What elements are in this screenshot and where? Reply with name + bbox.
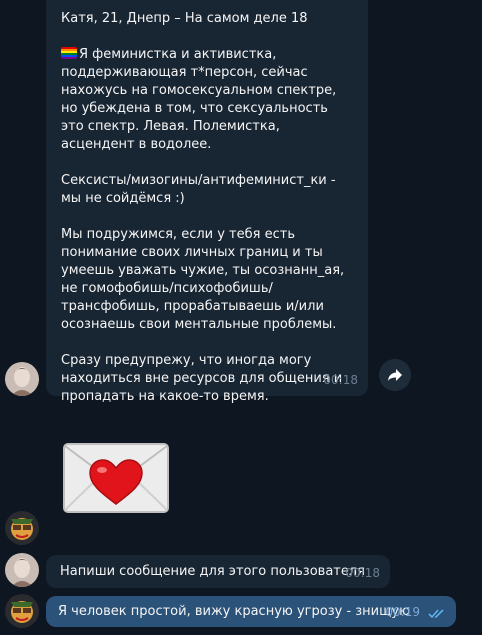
- sender-avatar-2[interactable]: [5, 553, 39, 587]
- own-avatar[interactable]: [5, 594, 39, 628]
- bio-paragraph-2: Сексисты/мизогины/антифеминист_ки - мы н…: [61, 173, 336, 206]
- bio-paragraph-4: Сразу предупрежу, что иногда могу находи…: [61, 353, 343, 404]
- bio-paragraph-1: Я феминистка и активистка, поддерживающа…: [61, 46, 354, 154]
- outgoing-message-time: 00:19: [385, 605, 420, 619]
- envelope-heart-sticker[interactable]: [60, 440, 172, 516]
- sender-avatar[interactable]: [5, 362, 39, 396]
- incoming-message-bubble[interactable]: Напиши сообщение для этого пользователя …: [46, 555, 390, 588]
- double-check-icon: [428, 609, 444, 619]
- bio-time: 00:18: [323, 373, 358, 387]
- forward-arrow-icon: [388, 369, 402, 381]
- forward-button[interactable]: [379, 359, 411, 391]
- bot-avatar[interactable]: [5, 511, 39, 545]
- bio-paragraph-3: Мы подружимся, если у тебя есть понимани…: [61, 227, 345, 332]
- bio-message-bubble[interactable]: Катя, 21, Днепр – На самом деле 18 Я фем…: [46, 0, 368, 404]
- outgoing-message-text: Я человек простой, вижу красную угрозу -…: [58, 604, 411, 619]
- bio-header: Катя, 21, Днепр – На самом деле 18: [61, 11, 308, 26]
- incoming-message-time: 00:18: [345, 566, 380, 580]
- rainbow-flag-icon: [61, 47, 77, 59]
- incoming-message-text: Напиши сообщение для этого пользователя: [60, 564, 366, 579]
- bio-paragraph-1-text: Я феминистка и активистка, поддерживающа…: [61, 47, 337, 152]
- outgoing-message-bubble[interactable]: Я человек простой, вижу красную угрозу -…: [46, 596, 456, 627]
